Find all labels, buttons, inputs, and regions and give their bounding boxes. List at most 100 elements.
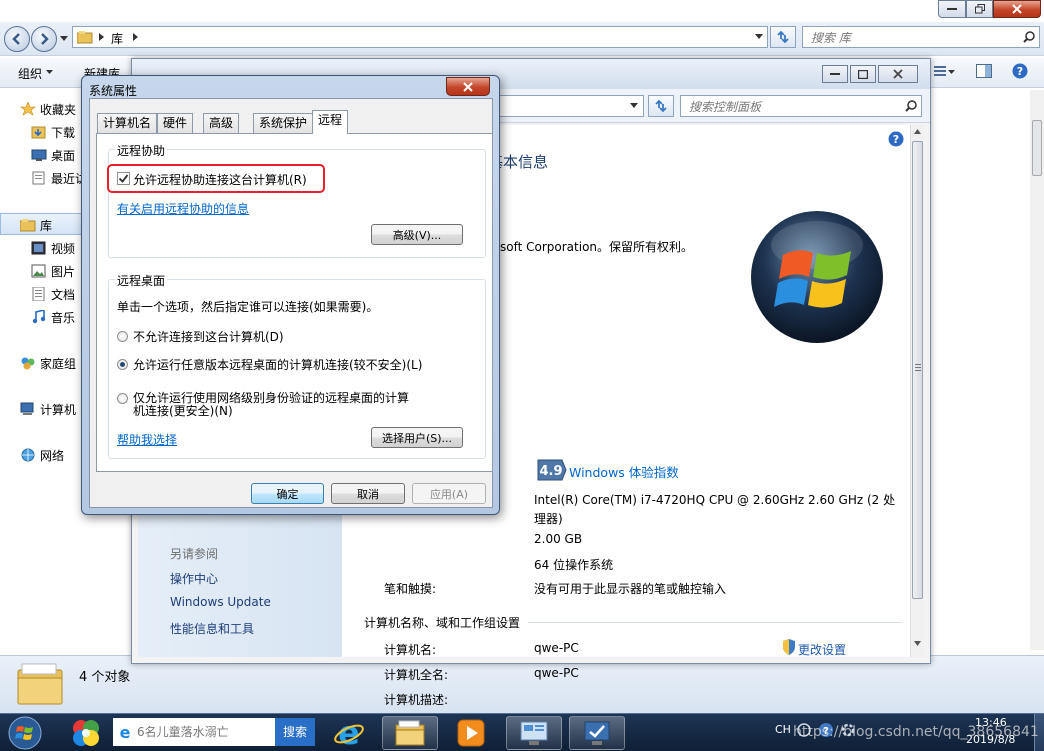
taskbar-search-input[interactable]: e 6名儿童落水溺亡 (113, 718, 275, 746)
tab-computer-name[interactable]: 计算机名 (97, 113, 158, 133)
chevron-down-icon[interactable] (755, 34, 763, 40)
network-icon (21, 448, 35, 462)
remote-assistance-info-link[interactable]: 有关启用远程协助的信息 (117, 200, 249, 217)
radio-dont-allow[interactable] (117, 331, 128, 342)
ok-button[interactable]: 确定 (251, 483, 324, 504)
taskbar-media-player[interactable] (443, 716, 499, 750)
taskbar-explorer[interactable] (382, 716, 438, 750)
close-icon (893, 69, 903, 79)
tab-hardware[interactable]: 硬件 (157, 113, 194, 133)
radio-dont-allow-label[interactable]: 不允许连接到这台计算机(D) (133, 328, 284, 345)
start-button[interactable] (3, 715, 47, 751)
remote-assistance-checkbox-label[interactable]: 允许远程协助连接这台计算机(R) (133, 171, 307, 188)
scroll-thumb[interactable] (912, 141, 923, 599)
explorer-search-input[interactable]: 搜索 库 (802, 26, 1040, 48)
nav-downloads[interactable]: 下载 (31, 123, 75, 141)
computer-name-label: 计算机名: (384, 643, 437, 657)
recent-places-icon (32, 171, 45, 185)
advanced-button[interactable]: 高级(V)... (371, 224, 463, 245)
nav-music[interactable]: 音乐 (31, 308, 75, 326)
help-me-choose-link[interactable]: 帮助我选择 (117, 431, 177, 448)
address-crumb-library[interactable]: 库 (111, 30, 123, 47)
back-button[interactable] (4, 26, 30, 52)
recent-pages-icon[interactable] (60, 36, 68, 42)
tab-remote[interactable]: 远程 (312, 110, 349, 134)
chevron-down-icon[interactable] (630, 103, 638, 109)
cp-minimize-button[interactable] (822, 65, 848, 83)
scroll-down-icon[interactable] (914, 641, 921, 646)
back-arrow-icon (12, 33, 20, 45)
nav-computer[interactable]: 计算机 (20, 400, 76, 418)
computer-description-label: 计算机描述: (384, 693, 449, 707)
close-button[interactable] (993, 0, 1041, 18)
object-count: 4 个对象 (79, 670, 131, 685)
nav-videos[interactable]: 视频 (31, 239, 75, 257)
nav-documents[interactable]: 文档 (31, 285, 75, 303)
organize-button[interactable]: 组织 (18, 65, 42, 82)
radio-allow-any-version-label[interactable]: 允许运行任意版本远程桌面的计算机连接(较不安全)(L) (133, 356, 422, 373)
ok-button-label: 确定 (276, 487, 299, 501)
ie-small-icon: e (120, 724, 131, 740)
cp-refresh-button[interactable] (648, 95, 674, 117)
dialog-close-button[interactable] (446, 77, 490, 96)
explorer-scrollbar[interactable] (1030, 90, 1044, 650)
computer-name-value: qwe-PC (534, 641, 579, 655)
nav-desktop[interactable]: 桌面 (31, 146, 75, 164)
apply-button[interactable]: 应用(A) (412, 483, 486, 504)
scroll-up-icon[interactable] (914, 129, 921, 134)
dialog-title: 系统属性 (89, 84, 138, 98)
remote-assistance-title: 远程协助 (115, 142, 168, 159)
nav-network[interactable]: 网络 (20, 446, 64, 464)
see-also-windows-update[interactable]: Windows Update (170, 595, 271, 609)
view-options-icon[interactable] (933, 64, 947, 78)
tab-advanced[interactable]: 高级 (203, 113, 240, 133)
change-settings-link[interactable]: 更改设置 (798, 641, 846, 658)
help-icon[interactable]: ? (888, 131, 904, 147)
nav-homegroup[interactable]: 家庭组 (20, 354, 76, 372)
nav-pictures[interactable]: 图片 (31, 262, 75, 280)
help-icon[interactable]: ? (1012, 63, 1028, 79)
svg-text:e: e (120, 724, 131, 740)
cp-search-input[interactable]: 搜索控制面板 (680, 95, 922, 117)
pictures-library-icon (31, 264, 46, 278)
nav-libraries[interactable]: 库 (20, 216, 52, 234)
tab-hardware-label: 硬件 (163, 116, 188, 130)
cp-close-button[interactable] (878, 65, 918, 83)
refresh-button[interactable] (770, 26, 796, 48)
language-indicator[interactable]: CH (775, 723, 791, 736)
see-also-action-center[interactable]: 操作中心 (170, 570, 218, 587)
taskbar-system-properties[interactable] (569, 716, 625, 750)
select-users-button-label: 选择用户(S)... (381, 431, 453, 445)
experience-index-link[interactable]: Windows 体验指数 (569, 462, 679, 481)
nav-videos-label: 视频 (51, 241, 76, 256)
cancel-button[interactable]: 取消 (331, 483, 405, 504)
rating-badge: 4.9 (537, 459, 567, 481)
taskbar-ie[interactable]: e (321, 716, 377, 750)
see-also-performance[interactable]: 性能信息和工具 (170, 620, 254, 637)
restore-button[interactable] (966, 0, 993, 18)
explorer-address-bar[interactable]: 库 (72, 26, 768, 48)
full-computer-name-value: qwe-PC (534, 666, 579, 680)
nav-favorites[interactable]: 收藏夹 (20, 100, 76, 118)
radio-nla-only[interactable] (117, 393, 128, 404)
cp-scrollbar[interactable] (910, 125, 924, 657)
explorer-scroll-thumb[interactable] (1032, 120, 1042, 176)
nav-recent[interactable]: 最近访 (31, 169, 87, 187)
music-note-icon (32, 310, 46, 324)
taskbar-search-button[interactable]: 搜索 (275, 718, 315, 746)
taskbar-app-colorful[interactable] (58, 716, 114, 750)
radio-allow-any-version[interactable] (117, 359, 128, 370)
taskbar-control-panel[interactable] (506, 716, 562, 750)
checkmark-icon (118, 174, 129, 183)
cp-maximize-button[interactable] (850, 65, 876, 83)
minimize-button[interactable] (938, 0, 966, 18)
remote-tab-panel: 远程协助 允许远程协助连接这台计算机(R) 有关启用远程协助的信息 高级(V).… (96, 133, 493, 472)
radio-nla-only-label-cont[interactable]: 机连接(更安全)(N) (133, 402, 233, 419)
breadcrumb-arrow-icon (133, 33, 138, 41)
preview-pane-icon[interactable] (976, 64, 992, 78)
remote-assistance-checkbox[interactable] (117, 172, 130, 185)
select-users-button[interactable]: 选择用户(S)... (371, 427, 463, 448)
tab-system-protection[interactable]: 系统保护 (253, 113, 314, 133)
cp-search-placeholder: 搜索控制面板 (689, 100, 762, 114)
forward-button[interactable] (31, 26, 57, 52)
